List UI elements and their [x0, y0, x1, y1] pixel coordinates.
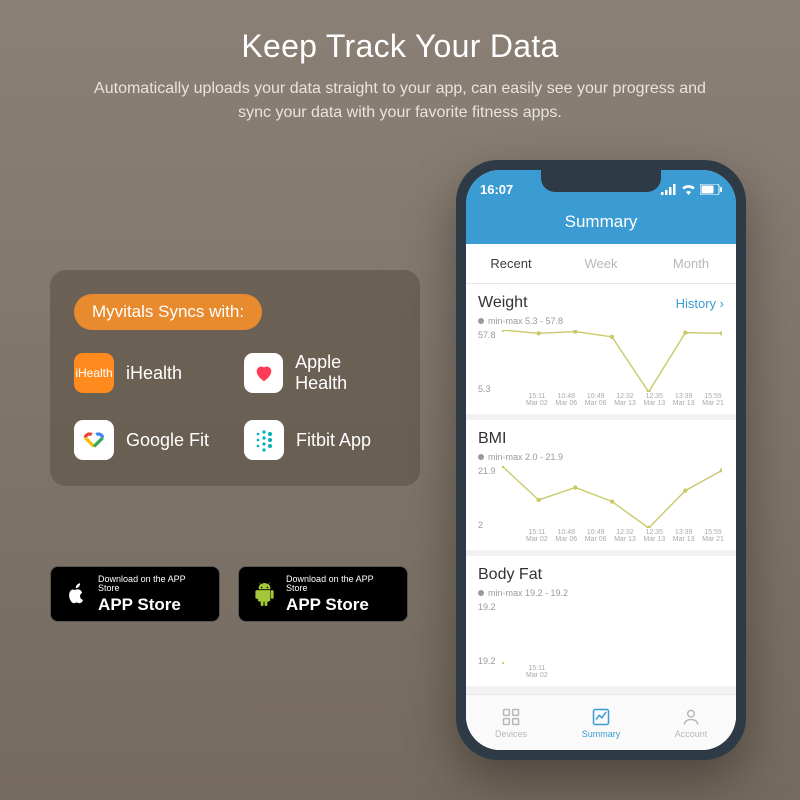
segment-tabs: Recent Week Month [466, 244, 736, 284]
sync-label: Google Fit [126, 430, 209, 451]
account-icon [681, 707, 701, 727]
syncs-grid: iHealth iHealth Apple Health Google Fit [74, 352, 396, 460]
fitbit-icon [244, 420, 284, 460]
sync-label: Fitbit App [296, 430, 371, 451]
signal-icon [661, 184, 677, 195]
bottom-nav: Devices Summary Account [466, 694, 736, 750]
nav-label: Account [675, 729, 708, 739]
appstore-apple-button[interactable]: Download on the APP Store APP Store [50, 566, 220, 622]
sync-label: iHealth [126, 363, 182, 384]
cards-scroll[interactable]: WeightHistory ›min-max 5.3 - 57.857.85.3… [466, 284, 736, 714]
chevron-right-icon: › [720, 296, 724, 311]
chart-svg [502, 330, 722, 392]
history-link[interactable]: History › [676, 296, 724, 311]
tab-recent[interactable]: Recent [466, 244, 556, 283]
download-big-text: APP Store [286, 596, 393, 613]
android-icon [253, 580, 276, 608]
google-fit-icon [74, 420, 114, 460]
wifi-icon [681, 184, 696, 195]
status-time: 16:07 [480, 182, 513, 197]
nav-summary[interactable]: Summary [556, 695, 646, 750]
download-small-text: Download on the APP Store [98, 575, 205, 593]
appstore-android-button[interactable]: Download on the APP Store APP Store [238, 566, 408, 622]
hero-subtitle: Automatically uploads your data straight… [80, 77, 720, 125]
chart-minmax: min-max 19.2 - 19.2 [478, 588, 724, 598]
download-small-text: Download on the APP Store [286, 575, 393, 593]
nav-label: Devices [495, 729, 527, 739]
tab-month[interactable]: Month [646, 244, 736, 283]
chart-title: BMI [478, 430, 506, 448]
chart-card: BMImin-max 2.0 - 21.921.9215:11Mar 0210:… [466, 420, 736, 550]
phone-notch [541, 170, 661, 192]
sync-item-ihealth: iHealth iHealth [74, 352, 226, 394]
sync-label: Apple Health [295, 352, 396, 394]
chart-title: Weight [478, 294, 528, 312]
summary-icon [591, 707, 611, 727]
sync-item-googlefit: Google Fit [74, 420, 226, 460]
apple-icon [65, 580, 88, 608]
download-row: Download on the APP Store APP Store Down… [50, 566, 420, 622]
chart-card: WeightHistory ›min-max 5.3 - 57.857.85.3… [466, 284, 736, 414]
devices-icon [501, 707, 521, 727]
syncs-pill: Myvitals Syncs with: [74, 294, 262, 330]
chart-svg [502, 466, 722, 528]
phone-screen: 16:07 Summary Recent Week Month Weight Hi… [466, 170, 736, 750]
syncs-card: Myvitals Syncs with: iHealth iHealth App… [50, 270, 420, 486]
chart-title: Body Fat [478, 566, 542, 584]
phone-frame: 16:07 Summary Recent Week Month Weight Hi… [456, 160, 746, 760]
app-title: Summary [466, 208, 736, 244]
nav-account[interactable]: Account [646, 695, 736, 750]
apple-health-icon [244, 353, 283, 393]
sync-item-applehealth: Apple Health [244, 352, 396, 394]
left-column: Myvitals Syncs with: iHealth iHealth App… [50, 270, 420, 622]
chart-svg [502, 602, 722, 664]
chart-minmax: min-max 2.0 - 21.9 [478, 452, 724, 462]
battery-icon [700, 184, 722, 195]
nav-label: Summary [582, 729, 621, 739]
sync-item-fitbit: Fitbit App [244, 420, 396, 460]
chart-card: Body Fatmin-max 19.2 - 19.219.219.215:11… [466, 556, 736, 686]
hero-title: Keep Track Your Data [0, 0, 800, 65]
nav-devices[interactable]: Devices [466, 695, 556, 750]
tab-week[interactable]: Week [556, 244, 646, 283]
chart-minmax: min-max 5.3 - 57.8 [478, 316, 724, 326]
download-big-text: APP Store [98, 596, 205, 613]
ihealth-icon: iHealth [74, 353, 114, 393]
